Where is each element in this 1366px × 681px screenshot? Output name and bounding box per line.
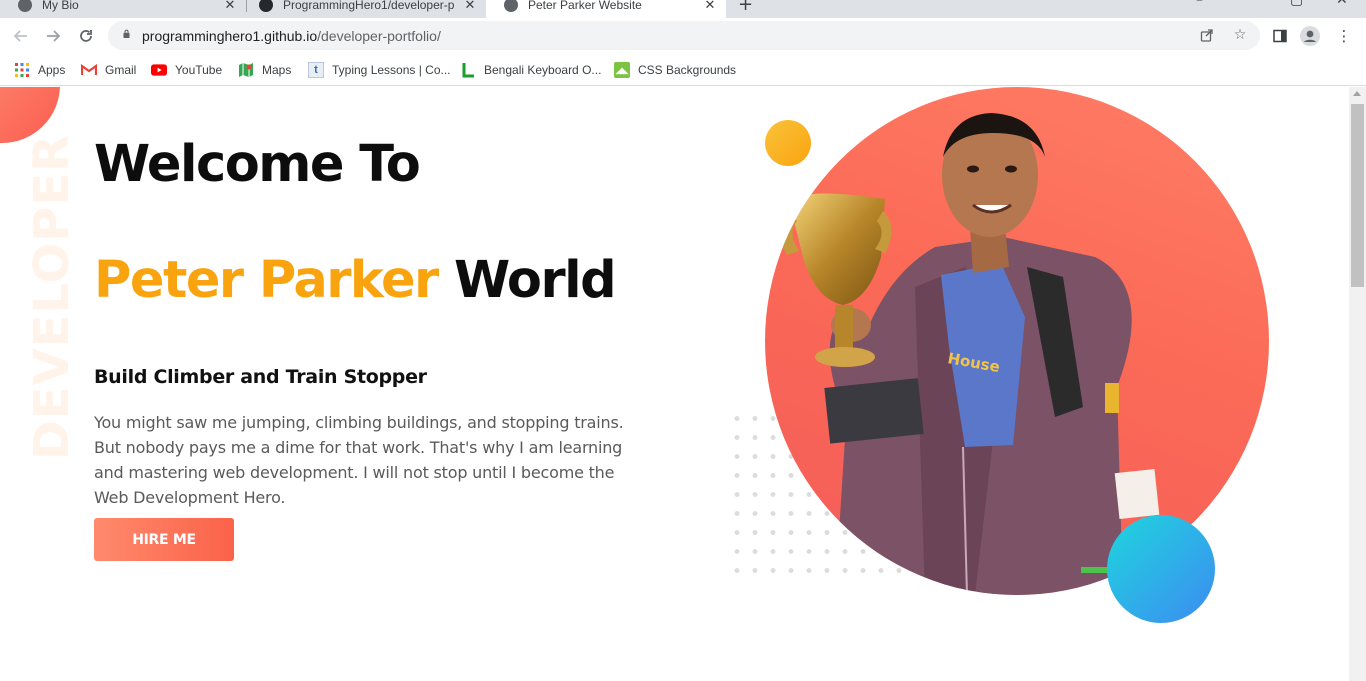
profile-avatar-icon[interactable] <box>1300 26 1320 46</box>
bookmark-label: Gmail <box>105 63 137 77</box>
gmail-icon <box>81 62 97 78</box>
hero-description: You might saw me jumping, climbing build… <box>94 413 624 507</box>
bookmark-typing[interactable]: t Typing Lessons | Co... <box>308 60 451 80</box>
youtube-icon <box>151 62 167 78</box>
yellow-circle-decoration <box>765 120 811 166</box>
page-scrollbar[interactable] <box>1349 87 1366 681</box>
github-icon <box>259 0 273 12</box>
page-viewport: DEVELOPER Welcome To Peter Parker World … <box>0 87 1349 681</box>
tab-peter-parker[interactable]: Peter Parker Website ✕ <box>486 0 726 18</box>
tab-my-bio[interactable]: My Bio ✕ <box>0 0 246 18</box>
menu-kebab-icon[interactable]: ⋮ <box>1334 26 1354 46</box>
window-close-icon[interactable]: ✕ <box>1336 0 1348 8</box>
side-watermark-word: DEVELOPER <box>24 133 80 461</box>
hero-subtitle: Build Climber and Train Stopper <box>94 366 427 388</box>
close-icon[interactable]: ✕ <box>702 0 718 13</box>
url-host: programminghero1.github.io <box>142 28 318 44</box>
minimize-icon[interactable]: – <box>1196 0 1203 8</box>
tab-github[interactable]: ProgrammingHero1/developer-p ✕ <box>241 0 486 18</box>
hero-title-line1: Welcome To <box>94 135 421 194</box>
keyboard-icon <box>460 62 476 78</box>
back-icon[interactable] <box>10 25 32 47</box>
close-icon[interactable]: ✕ <box>222 0 238 13</box>
globe-icon <box>504 0 518 12</box>
new-tab-icon[interactable]: + <box>738 0 753 15</box>
bookmark-css-backgrounds[interactable]: ◢◣ CSS Backgrounds <box>614 60 736 80</box>
maximize-icon[interactable]: ▢ <box>1290 0 1303 8</box>
bookmark-label: YouTube <box>175 63 223 77</box>
scroll-thumb[interactable] <box>1351 104 1364 287</box>
hero-title-line2: Peter Parker World <box>94 251 617 310</box>
bookmark-youtube[interactable]: YouTube <box>151 60 222 80</box>
scroll-up-arrow-icon[interactable] <box>1353 91 1361 96</box>
bookmark-maps[interactable]: Maps <box>238 60 291 80</box>
tab-title: My Bio <box>42 0 79 12</box>
close-icon[interactable]: ✕ <box>462 0 478 13</box>
bookmarks-bar: Apps Gmail YouTube Maps t Typing Lessons… <box>0 54 1366 86</box>
apps-grid-icon <box>14 62 30 78</box>
maps-icon <box>238 62 254 78</box>
hire-me-button[interactable]: HIRE ME <box>94 518 234 561</box>
url-text[interactable]: programminghero1.github.io/developer-por… <box>142 28 441 44</box>
tab-title: Peter Parker Website <box>528 0 642 12</box>
globe-icon <box>18 0 32 12</box>
forward-icon[interactable] <box>42 25 64 47</box>
hero-name: Peter Parker <box>94 251 439 310</box>
blue-circle-decoration <box>1107 515 1215 623</box>
reload-icon[interactable] <box>75 25 97 47</box>
css-icon: ◢◣ <box>614 62 630 78</box>
bookmark-label: Bengali Keyboard O... <box>484 63 602 77</box>
bookmark-bengali-keyboard[interactable]: Bengali Keyboard O... <box>460 60 601 80</box>
bookmark-gmail[interactable]: Gmail <box>81 60 136 80</box>
typing-icon: t <box>308 62 324 78</box>
side-panel-icon[interactable] <box>1270 26 1290 46</box>
hero-title-rest: World <box>453 251 617 310</box>
bookmark-label: Typing Lessons | Co... <box>332 63 451 77</box>
bookmark-label: Maps <box>262 63 292 77</box>
bookmark-label: Apps <box>38 63 66 77</box>
bookmark-label: CSS Backgrounds <box>638 63 737 77</box>
star-icon[interactable]: ☆ <box>1231 26 1249 44</box>
tab-strip: My Bio ✕ ProgrammingHero1/developer-p ✕ … <box>0 0 1366 18</box>
address-bar[interactable]: programminghero1.github.io/developer-por… <box>108 21 1260 50</box>
tab-title: ProgrammingHero1/developer-p <box>283 0 455 12</box>
url-path: /developer-portfolio/ <box>317 28 441 44</box>
share-icon[interactable] <box>1198 26 1216 44</box>
lock-icon[interactable] <box>122 29 131 38</box>
bookmark-apps[interactable]: Apps <box>14 60 65 80</box>
browser-toolbar: programminghero1.github.io/developer-por… <box>0 18 1366 54</box>
portrait-illustration: House <box>779 113 1160 595</box>
